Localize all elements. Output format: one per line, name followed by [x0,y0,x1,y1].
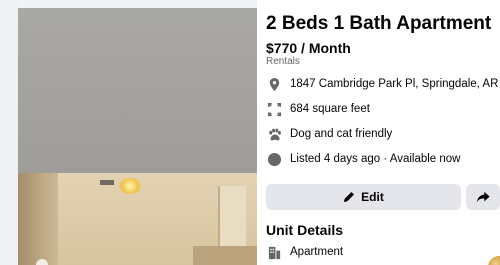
unit-details-title: Unit Details [266,222,344,238]
listing-price: $770 / Month [266,40,351,56]
photo-shadow [18,173,58,265]
apartment-building-icon [266,244,282,260]
listing-details: 2 Beds 1 Bath Apartment $770 / Month Ren… [266,0,500,265]
info-area-text: 684 square feet [290,103,370,115]
edit-button-label: Edit [361,190,384,204]
edit-button[interactable]: Edit [266,184,461,210]
listing-title: 2 Beds 1 Bath Apartment [266,13,492,34]
share-button[interactable] [466,184,500,210]
photo-panel [0,0,257,265]
clock-icon [266,151,282,167]
paw-icon [266,126,282,142]
photo-vent [100,180,114,185]
info-location-text[interactable]: 1847 Cambridge Park Pl, Springdale, AR [290,78,498,90]
location-pin-icon [266,76,282,92]
photo-indicator-dot[interactable] [36,259,48,265]
info-pets-text: Dog and cat friendly [290,128,393,140]
info-row-area: 684 square feet [266,100,370,118]
square-footage-icon [266,101,282,117]
unit-type-text: Apartment [290,246,344,258]
info-row-location: 1847 Cambridge Park Pl, Springdale, AR [266,75,498,93]
listing-photo[interactable] [18,8,257,265]
info-listed-text: Listed 4 days ago · Available now [290,153,461,165]
listing-category[interactable]: Rentals [266,56,300,67]
info-row-listed: Listed 4 days ago · Available now [266,150,460,168]
photo-blurred-area [18,8,257,173]
photo-gutter [0,0,18,265]
info-row-pets: Dog and cat friendly [266,125,392,143]
pencil-icon [343,191,355,203]
photo-lamp [119,178,141,194]
photo-counter [193,246,257,265]
unit-type-row: Apartment [266,243,343,261]
share-arrow-icon [476,191,490,203]
